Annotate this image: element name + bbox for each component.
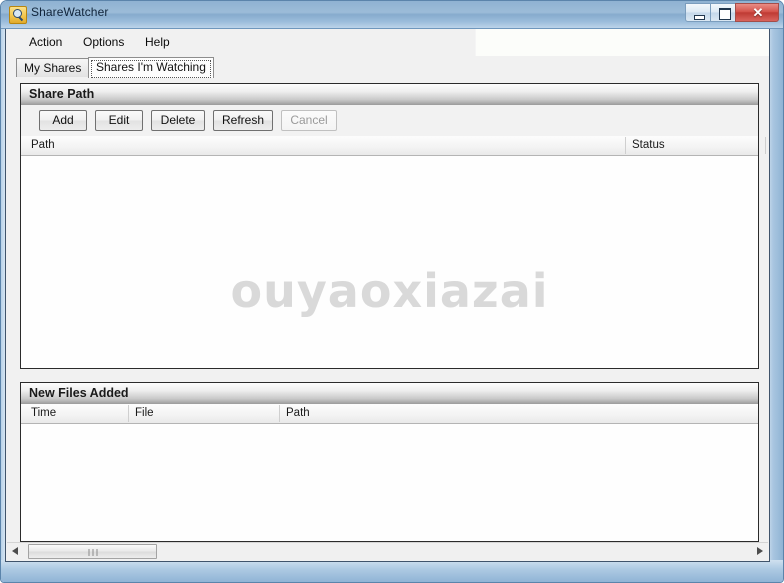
add-button[interactable]: Add [39,110,87,131]
scroll-left-triangle [12,547,18,555]
scroll-right-triangle [757,547,763,555]
column-divider-file-path[interactable] [279,405,280,422]
share-path-title: Share Path [29,87,95,101]
share-path-panel: Share Path Add Edit Delete Refresh Cance… [20,83,766,369]
tab-strip: My Shares Shares I'm Watching [6,56,769,78]
column-header-path[interactable]: Path [31,139,55,151]
column-header-path-new-files[interactable]: Path [286,407,310,419]
window-controls: ✕ [685,3,779,22]
maximize-icon [719,8,731,20]
window-bottom-glass-border [1,560,783,582]
scroll-right-arrow-icon[interactable] [751,543,768,560]
share-path-toolbar: Add Edit Delete Refresh Cancel [21,105,758,137]
refresh-button[interactable]: Refresh [213,110,273,131]
window-title: ShareWatcher [31,5,109,19]
horizontal-scrollbar[interactable] [7,542,768,560]
tab-shares-im-watching[interactable]: Shares I'm Watching [88,57,214,78]
tab-my-shares-label: My Shares [24,61,82,75]
new-files-title: New Files Added [29,386,129,400]
share-path-list[interactable]: ouyaoxiazai [21,156,758,368]
minimize-button[interactable] [685,3,711,22]
column-divider-time-file[interactable] [128,405,129,422]
menu-bar-filler [475,29,769,56]
tab-focus-rectangle [91,60,211,78]
client-area: Action Options Help My Shares Shares I'm… [5,29,770,562]
application-window: ShareWatcher ✕ Action Options Help My Sh… [0,0,784,583]
menu-item-action[interactable]: Action [24,34,67,50]
scrollbar-thumb[interactable] [28,544,157,559]
column-header-file[interactable]: File [135,407,154,419]
menu-item-help[interactable]: Help [140,34,175,50]
scroll-left-arrow-icon[interactable] [7,543,24,560]
column-header-status[interactable]: Status [632,139,665,151]
maximize-button[interactable] [710,3,736,22]
close-icon: ✕ [752,5,764,20]
share-path-column-headers: Path Status [21,136,766,156]
delete-button[interactable]: Delete [151,110,205,131]
watermark-text: ouyaoxiazai [230,264,549,318]
column-header-time[interactable]: Time [31,407,56,419]
minimize-icon [694,15,705,20]
tab-my-shares[interactable]: My Shares [16,58,90,77]
column-divider-end[interactable] [765,137,766,154]
close-button[interactable]: ✕ [735,3,779,22]
magnifier-icon[interactable] [9,6,27,24]
cancel-button: Cancel [281,110,337,131]
new-files-panel: New Files Added Time File Path [20,382,759,542]
scrollbar-grip-icon [88,549,97,556]
menu-bar: Action Options Help [6,29,769,56]
magnifier-handle [18,16,24,22]
new-files-list[interactable] [21,424,758,541]
title-bar[interactable]: ShareWatcher ✕ [1,1,783,29]
edit-button[interactable]: Edit [95,110,143,131]
new-files-header: New Files Added [21,383,758,405]
share-path-header: Share Path [21,84,758,106]
menu-item-options[interactable]: Options [78,34,129,50]
new-files-column-headers: Time File Path [21,404,758,424]
column-divider[interactable] [625,137,626,154]
